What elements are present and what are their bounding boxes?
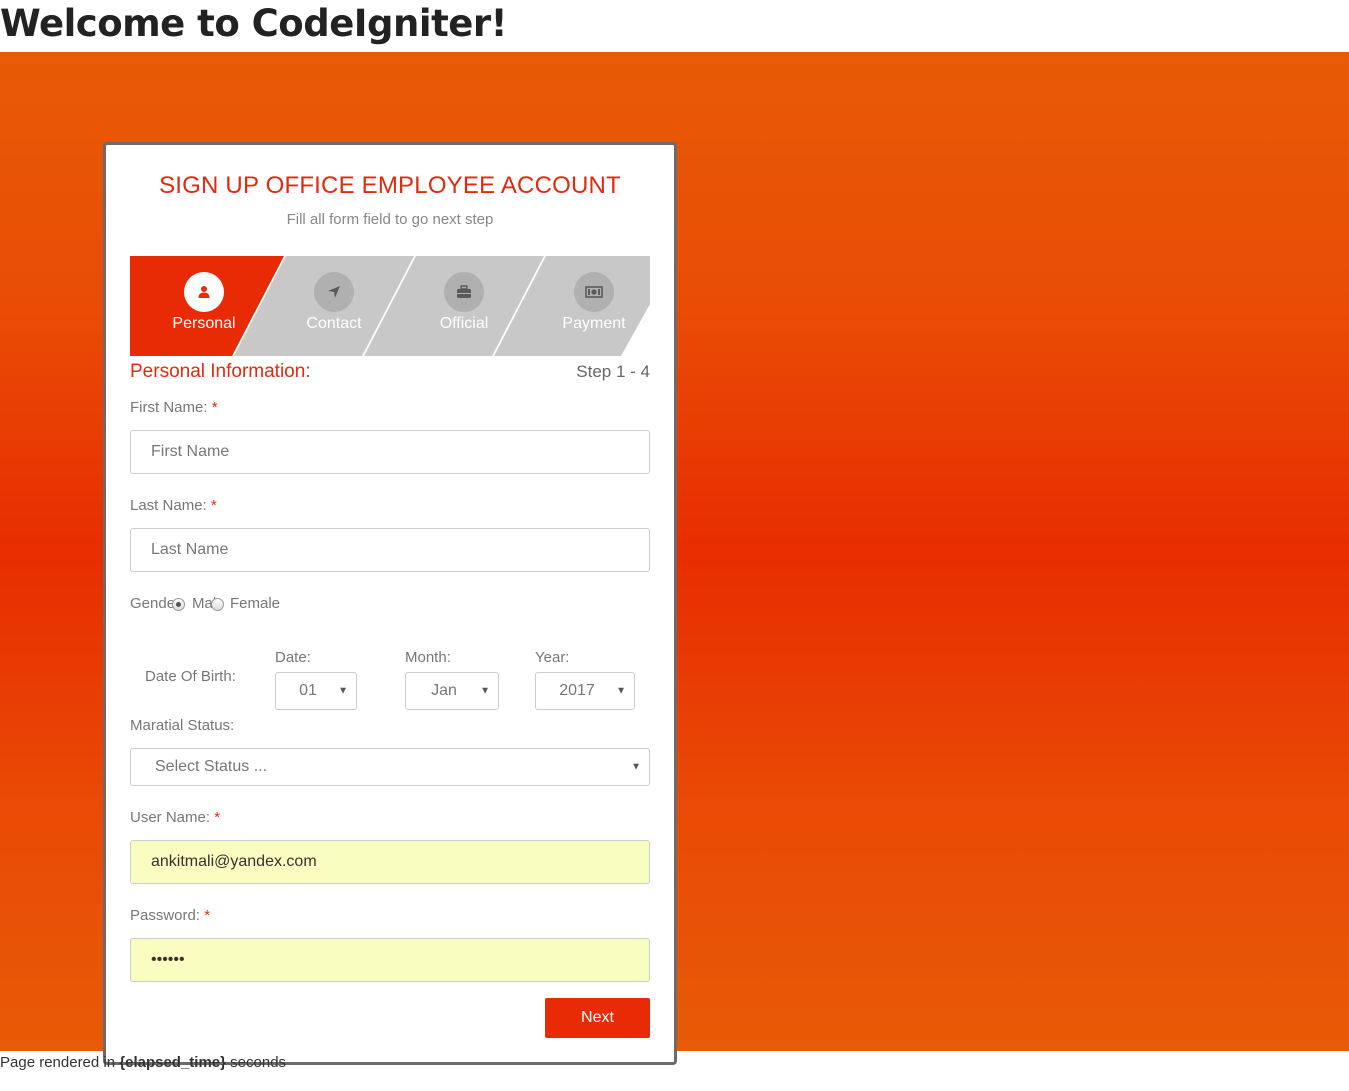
step-personal[interactable]: Personal (139, 256, 269, 356)
footer-prefix: Page rendered in (0, 1054, 116, 1071)
chevron-down-icon: ▼ (480, 685, 490, 697)
step-label-contact: Contact (306, 315, 362, 332)
password-input[interactable] (130, 938, 650, 982)
step-counter: Step 1 - 4 (576, 362, 650, 381)
form-title: SIGN UP OFFICE EMPLOYEE ACCOUNT (159, 172, 621, 199)
dob-month-label: Month: (405, 649, 451, 666)
step-contact[interactable]: Contact (269, 256, 399, 356)
page-footer: Page rendered in {elapsed_time} seconds (0, 1054, 286, 1071)
dob-date-label: Date: (275, 649, 311, 666)
last-name-label-text: Last Name: (130, 497, 207, 514)
step-progress-bar: Personal Contact Official Payment (130, 256, 650, 356)
last-name-label: Last Name: * (130, 497, 217, 514)
dob-year-label: Year: (535, 649, 570, 666)
gender-female-label: Female (230, 595, 281, 612)
gender-female-radio[interactable] (211, 598, 224, 611)
footer-elapsed-time: {elapsed_time} (119, 1054, 226, 1071)
chevron-down-icon: ▼ (616, 685, 626, 697)
step-label-personal: Personal (172, 315, 236, 332)
username-label: User Name: * (130, 809, 220, 826)
marital-status-label: Maratial Status: (130, 717, 235, 734)
location-arrow-icon (314, 272, 354, 312)
required-marker: * (211, 399, 218, 416)
step-label-official: Official (439, 315, 489, 332)
username-input[interactable] (130, 840, 650, 884)
last-name-input[interactable] (130, 528, 650, 572)
step-official[interactable]: Official (399, 256, 529, 356)
money-icon (574, 272, 614, 312)
step-label-payment: Payment (562, 315, 626, 332)
dob-date-value: 01 (299, 682, 317, 699)
briefcase-icon (444, 272, 484, 312)
first-name-input[interactable] (130, 430, 650, 474)
first-name-label-text: First Name: (130, 399, 208, 416)
required-marker: * (214, 809, 221, 826)
dob-label: Date Of Birth: (145, 668, 236, 685)
required-marker: * (210, 497, 217, 514)
dob-month-select[interactable]: Jan ▼ (405, 672, 499, 710)
gender-male-radio[interactable] (172, 598, 185, 611)
username-label-text: User Name: (130, 809, 211, 826)
marital-status-value: Select Status ... (155, 758, 268, 775)
chevron-down-icon: ▼ (631, 761, 641, 773)
chevron-down-icon: ▼ (338, 685, 348, 697)
password-label: Password: * (130, 907, 210, 924)
footer-suffix: seconds (230, 1054, 287, 1071)
page-title: Welcome to CodeIgniter! (0, 2, 507, 45)
dob-year-select[interactable]: 2017 ▼ (535, 672, 635, 710)
dob-year-value: 2017 (559, 682, 595, 699)
dob-date-select[interactable]: 01 ▼ (275, 672, 357, 710)
password-label-text: Password: (130, 907, 201, 924)
signup-form-card: SIGN UP OFFICE EMPLOYEE ACCOUNT Fill all… (103, 142, 677, 1065)
first-name-label: First Name: * (130, 399, 218, 416)
dob-month-value: Jan (431, 682, 457, 699)
required-marker: * (204, 907, 211, 924)
section-title: Personal Information: (130, 361, 311, 382)
form-subtitle: Fill all form field to go next step (286, 211, 494, 228)
next-button[interactable]: Next (545, 998, 650, 1038)
step-payment[interactable]: Payment (529, 256, 650, 356)
page-background: SIGN UP OFFICE EMPLOYEE ACCOUNT Fill all… (0, 52, 1349, 1065)
user-icon (184, 272, 224, 312)
marital-status-select[interactable]: Select Status ... ▼ (130, 748, 650, 786)
